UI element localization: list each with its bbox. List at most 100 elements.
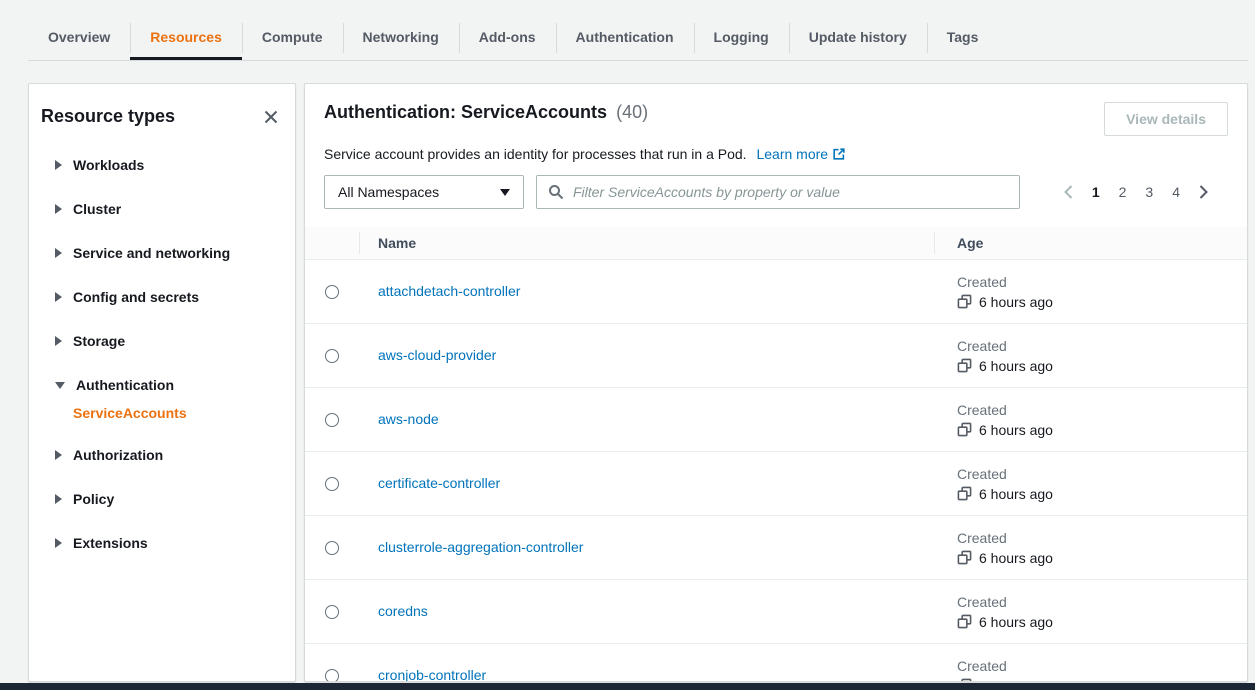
- row-radio[interactable]: [325, 477, 339, 491]
- age-cell: Created 6 hours ago: [934, 658, 1247, 683]
- serviceaccount-link[interactable]: aws-node: [378, 411, 439, 427]
- sidebar-item-extensions[interactable]: Extensions: [55, 521, 281, 565]
- sidebar-item-label: Extensions: [73, 535, 148, 551]
- table-row: certificate-controller Created 6 hours a…: [305, 452, 1247, 516]
- serviceaccount-link[interactable]: cronjob-controller: [378, 667, 486, 683]
- chevron-left-icon: [1062, 184, 1075, 200]
- search-input[interactable]: [573, 184, 1008, 200]
- serviceaccount-link[interactable]: clusterrole-aggregation-controller: [378, 539, 583, 555]
- tab-compute[interactable]: Compute: [242, 15, 343, 60]
- pagination: 1 2 3 4: [1057, 180, 1228, 204]
- serviceaccounts-panel: Authentication: ServiceAccounts (40) Vie…: [304, 83, 1248, 682]
- copy-icon[interactable]: [957, 678, 972, 682]
- view-details-button[interactable]: View details: [1104, 102, 1228, 136]
- row-radio[interactable]: [325, 285, 339, 299]
- row-radio[interactable]: [325, 669, 339, 683]
- tab-add-ons[interactable]: Add-ons: [459, 15, 556, 60]
- resource-count: (40): [616, 102, 648, 122]
- filter-row: All Namespaces: [324, 175, 1228, 209]
- page-button-3[interactable]: 3: [1138, 180, 1160, 204]
- page-button-1[interactable]: 1: [1085, 180, 1107, 204]
- caret-right-icon: [55, 450, 62, 460]
- serviceaccount-link[interactable]: aws-cloud-provider: [378, 347, 496, 363]
- row-radio[interactable]: [325, 605, 339, 619]
- search-icon: [548, 184, 564, 200]
- age-value-text: 6 hours ago: [979, 486, 1053, 502]
- tab-logging[interactable]: Logging: [694, 15, 789, 60]
- sidebar-item-label: Cluster: [73, 201, 121, 217]
- sidebar-item-authorization[interactable]: Authorization: [55, 433, 281, 477]
- age-value-text: 6 hours ago: [979, 422, 1053, 438]
- row-radio[interactable]: [325, 413, 339, 427]
- age-cell: Created 6 hours ago: [934, 466, 1247, 502]
- sidebar-item-config-and-secrets[interactable]: Config and secrets: [55, 275, 281, 319]
- caret-right-icon: [55, 494, 62, 504]
- serviceaccount-link[interactable]: certificate-controller: [378, 475, 500, 491]
- serviceaccount-link[interactable]: attachdetach-controller: [378, 283, 520, 299]
- sidebar-item-label: Workloads: [73, 157, 144, 173]
- sidebar-item-label: Policy: [73, 491, 114, 507]
- page: Overview Resources Compute Networking Ad…: [0, 0, 1255, 690]
- table-row: coredns Created 6 hours ago: [305, 580, 1247, 644]
- sidebar-subitem-serviceaccounts[interactable]: ServiceAccounts: [55, 403, 281, 433]
- row-radio[interactable]: [325, 541, 339, 555]
- table-row: aws-node Created 6 hours ago: [305, 388, 1247, 452]
- close-panel-button[interactable]: [261, 107, 281, 127]
- caret-right-icon: [55, 160, 62, 170]
- sidebar-item-workloads[interactable]: Workloads: [55, 143, 281, 187]
- bottom-edge-bar: [0, 683, 1255, 690]
- description-text: Service account provides an identity for…: [324, 146, 747, 162]
- close-icon: [263, 109, 279, 125]
- sidebar-item-storage[interactable]: Storage: [55, 319, 281, 363]
- learn-more-link[interactable]: Learn more: [756, 146, 846, 162]
- page-button-4[interactable]: 4: [1165, 180, 1187, 204]
- copy-icon[interactable]: [957, 486, 972, 501]
- age-cell: Created 6 hours ago: [934, 338, 1247, 374]
- copy-icon[interactable]: [957, 294, 972, 309]
- copy-icon[interactable]: [957, 614, 972, 629]
- tab-networking[interactable]: Networking: [343, 15, 459, 60]
- sidebar-item-label: Service and networking: [73, 245, 230, 261]
- age-label: Created: [957, 594, 1247, 610]
- age-label: Created: [957, 338, 1247, 354]
- namespace-select[interactable]: All Namespaces: [324, 175, 524, 209]
- sidebar-item-label: Authentication: [76, 377, 174, 393]
- search-box: [536, 175, 1020, 209]
- tab-overview[interactable]: Overview: [28, 15, 130, 60]
- sidebar-item-label: Authorization: [73, 447, 163, 463]
- tab-authentication[interactable]: Authentication: [556, 15, 694, 60]
- sidebar-item-policy[interactable]: Policy: [55, 477, 281, 521]
- previous-page-button[interactable]: [1057, 180, 1080, 204]
- sidebar-item-label: Storage: [73, 333, 125, 349]
- age-value-text: 6 hours ago: [979, 678, 1053, 683]
- copy-icon[interactable]: [957, 550, 972, 565]
- copy-icon[interactable]: [957, 422, 972, 437]
- resource-types-panel: Resource types Workloads Cluster: [28, 83, 296, 682]
- age-label: Created: [957, 402, 1247, 418]
- age-cell: Created 6 hours ago: [934, 274, 1247, 310]
- sidebar-item-authentication[interactable]: Authentication: [55, 363, 281, 407]
- serviceaccounts-header: Authentication: ServiceAccounts (40) Vie…: [305, 84, 1247, 209]
- tab-tags[interactable]: Tags: [927, 15, 999, 60]
- page-title: Authentication: ServiceAccounts (40): [324, 102, 648, 123]
- caret-right-icon: [55, 292, 62, 302]
- copy-icon[interactable]: [957, 358, 972, 373]
- table-row: attachdetach-controller Created 6 hours …: [305, 260, 1247, 324]
- chevron-down-icon: [500, 189, 510, 196]
- tab-resources[interactable]: Resources: [130, 15, 242, 60]
- namespace-select-value: All Namespaces: [338, 184, 439, 200]
- age-label: Created: [957, 530, 1247, 546]
- row-radio[interactable]: [325, 349, 339, 363]
- serviceaccount-link[interactable]: coredns: [378, 603, 428, 619]
- tab-update-history[interactable]: Update history: [789, 15, 927, 60]
- sidebar-item-cluster[interactable]: Cluster: [55, 187, 281, 231]
- sidebar-item-service-and-networking[interactable]: Service and networking: [55, 231, 281, 275]
- page-button-2[interactable]: 2: [1112, 180, 1134, 204]
- age-label: Created: [957, 658, 1247, 674]
- serviceaccounts-table: Name Age attachdetach-controller Created: [305, 227, 1247, 682]
- next-page-button[interactable]: [1192, 180, 1215, 204]
- age-value-text: 6 hours ago: [979, 614, 1053, 630]
- resource-types-header: Resource types: [41, 106, 281, 127]
- external-link-icon: [832, 147, 846, 161]
- resource-types-title: Resource types: [41, 106, 175, 127]
